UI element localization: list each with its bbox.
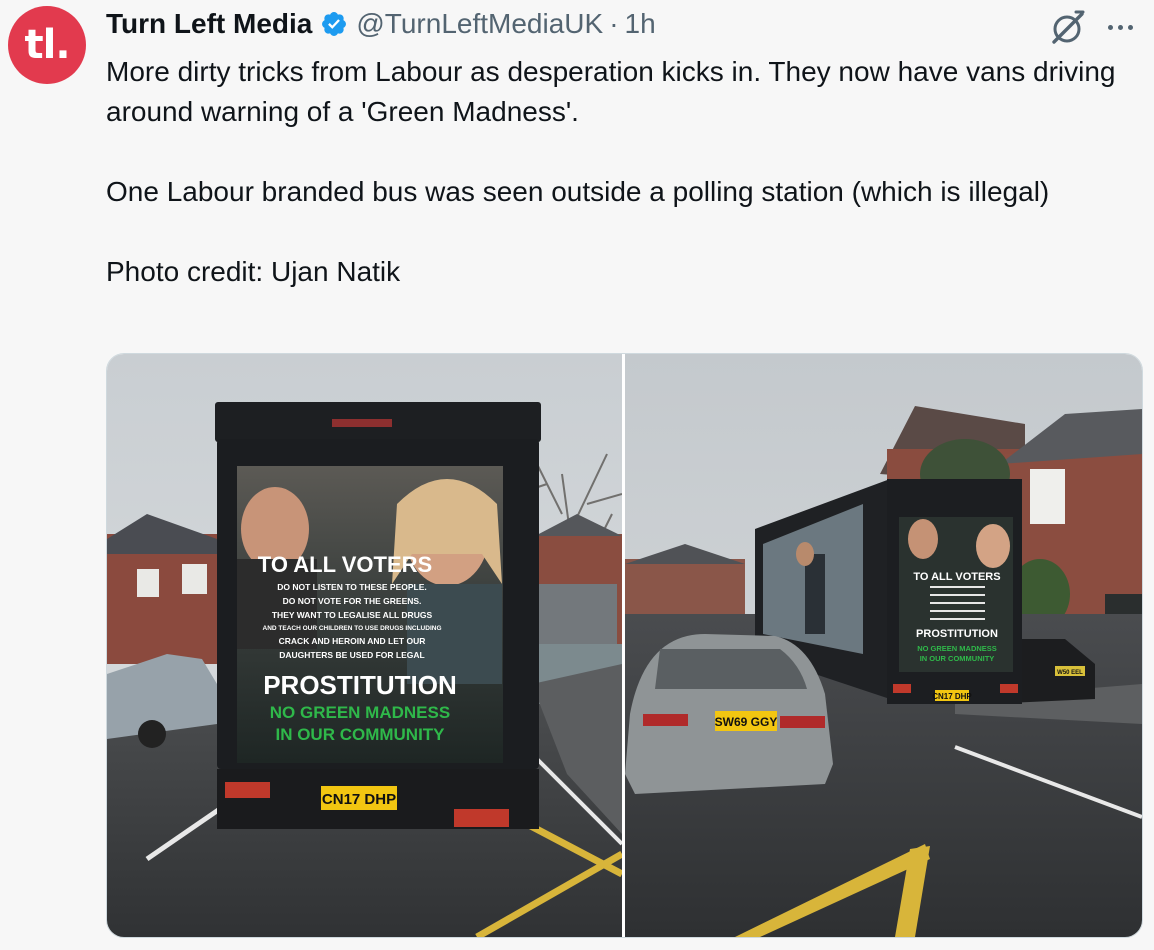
billboard-big-word: PROSTITUTION <box>916 628 998 640</box>
van-plate: CN17 DHP <box>932 692 972 701</box>
timestamp[interactable]: 1h <box>625 8 656 40</box>
media-grid: TO ALL VOTERS DO NOT LISTEN TO THESE PEO… <box>106 353 1143 938</box>
tweet-header: Turn Left Media @TurnLeftMediaUK · 1h <box>106 4 656 44</box>
billboard-headline: TO ALL VOTERS <box>913 571 1000 583</box>
billboard-green-line: IN OUR COMMUNITY <box>920 654 995 663</box>
license-plate: CN17 DHP <box>322 791 396 808</box>
tweet-text: More dirty tricks from Labour as despera… <box>106 52 1136 292</box>
billboard-line: AND TEACH OUR CHILDREN TO USE DRUGS INCL… <box>263 625 442 632</box>
billboard-green-line: IN OUR COMMUNITY <box>275 725 445 744</box>
tweet-paragraph: One Labour branded bus was seen outside … <box>106 176 1050 207</box>
car-plate: SW69 GGY <box>715 715 778 729</box>
billboard-green-line: NO GREEN MADNESS <box>270 703 450 722</box>
photo-left[interactable]: TO ALL VOTERS DO NOT LISTEN TO THESE PEO… <box>107 354 622 937</box>
separator: · <box>609 8 619 39</box>
tweet-paragraph: More dirty tricks from Labour as despera… <box>106 56 1116 127</box>
billboard-green-line: NO GREEN MADNESS <box>917 644 997 653</box>
billboard-line: DO NOT LISTEN TO THESE PEOPLE. <box>277 582 427 592</box>
avatar[interactable]: tl. <box>8 6 86 84</box>
billboard-line: DO NOT VOTE FOR THE GREENS. <box>283 596 422 606</box>
avatar-text: tl. <box>24 22 70 68</box>
billboard-line: DAUGHTERS BE USED FOR LEGAL <box>279 650 424 660</box>
billboard-line: THEY WANT TO LEGALISE ALL DRUGS <box>272 610 433 620</box>
display-name[interactable]: Turn Left Media <box>106 8 312 40</box>
handle[interactable]: @TurnLeftMediaUK <box>356 8 603 40</box>
tweet-paragraph: Photo credit: Ujan Natik <box>106 256 401 287</box>
billboard-big-word: PROSTITUTION <box>263 670 457 700</box>
other-car-plate: W50 EEL <box>1057 670 1083 676</box>
billboard-headline: TO ALL VOTERS <box>258 552 432 577</box>
more-icon[interactable] <box>1096 10 1144 44</box>
photo-right[interactable]: W50 EEL TO ALL VOTERS PROSTITUTION NO GR… <box>625 354 1142 937</box>
billboard-line: CRACK AND HEROIN AND LET OUR <box>279 636 426 646</box>
verified-badge-icon <box>322 12 347 36</box>
grok-icon[interactable] <box>1048 8 1088 48</box>
